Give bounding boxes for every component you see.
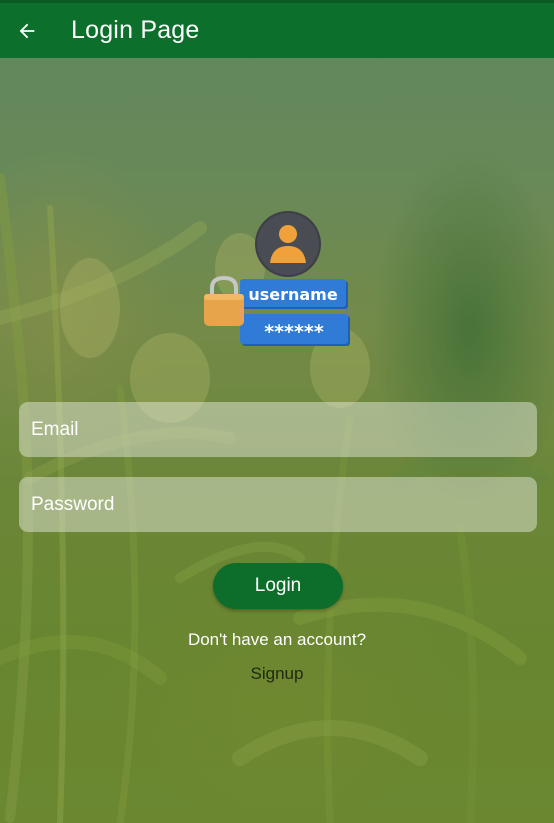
password-mask-illustration-label: ****** [264,321,324,343]
signup-prompt: Don't have an account? [187,630,367,649]
login-illustration: username ****** [204,211,350,346]
back-button[interactable] [14,18,40,44]
email-input[interactable] [31,418,537,441]
login-button[interactable]: Login [213,563,343,609]
signup-link[interactable]: Signup [0,664,554,684]
app-bar: Login Page [0,0,554,58]
username-illustration-label: username [248,285,338,304]
password-input[interactable] [31,493,537,516]
arrow-left-icon [19,23,35,38]
email-field[interactable] [19,402,537,457]
password-field[interactable] [19,477,537,532]
page-title: Login Page [71,16,200,44]
